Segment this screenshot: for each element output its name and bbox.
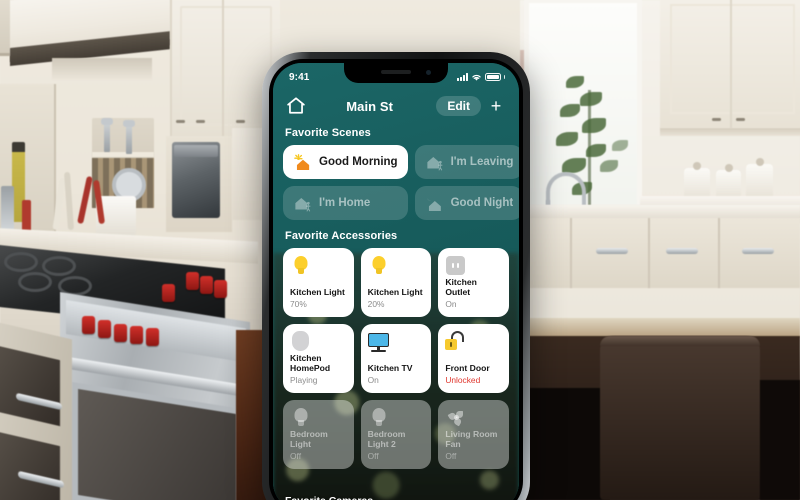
accessory-name: Bedroom Light 2: [367, 428, 406, 450]
scene-label: Good Morning: [319, 156, 398, 168]
scene-tile-im-home[interactable]: I'm Home: [283, 186, 408, 220]
phone-screen: 9:41 Main St Edit + Favorite Scenes Good…: [273, 63, 519, 500]
sun-house-icon: [293, 153, 312, 172]
battery-tip-icon: [503, 75, 505, 79]
scene-tile-good-morning[interactable]: Good Morning: [283, 145, 408, 179]
lightbulb-icon: [290, 255, 312, 277]
status-bar-time: 9:41: [289, 71, 310, 83]
navigation-bar: Main St Edit +: [273, 91, 519, 121]
house-person-icon: [293, 194, 312, 213]
wifi-icon: [471, 74, 481, 81]
accessory-tile-front-door[interactable]: Front Door Unlocked: [438, 324, 509, 393]
accessory-tile-living-room-fan[interactable]: Living Room Fan Off: [438, 400, 509, 469]
accessory-state: Off: [290, 450, 302, 461]
accessory-name: Kitchen Light: [290, 287, 345, 298]
accessory-name: Kitchen Light: [367, 287, 423, 298]
favorite-cameras-heading: Favorite Cameras: [285, 495, 373, 500]
scene-label: Good Night: [450, 197, 514, 209]
add-button[interactable]: +: [485, 95, 507, 117]
accessory-state: 70%: [290, 298, 307, 309]
accessory-tile-bedroom-light-2[interactable]: Bedroom Light 2 Off: [360, 400, 432, 469]
homepod-icon: [290, 331, 312, 353]
accessory-name: Kitchen HomePod: [290, 352, 331, 374]
favorite-scenes-grid: Good Morning I'm Leaving I'm Home Good N…: [283, 145, 519, 220]
fan-icon: [445, 407, 467, 429]
accessory-tile-bedroom-light[interactable]: Bedroom Light Off: [283, 400, 354, 469]
accessory-name: Kitchen Outlet: [445, 276, 477, 298]
accessory-state: Playing: [290, 374, 318, 385]
lightbulb-icon: [290, 407, 312, 429]
lightbulb-icon: [368, 407, 390, 429]
accessory-state: On: [367, 374, 379, 385]
status-bar-indicators: [456, 73, 505, 82]
accessory-state: Off: [367, 450, 379, 461]
accessory-tile-kitchen-light-1[interactable]: Kitchen Light 70%: [283, 248, 354, 317]
accessory-state: Off: [445, 450, 457, 461]
accessory-tile-kitchen-light-2[interactable]: Kitchen Light 20%: [360, 248, 432, 317]
accessory-tile-kitchen-tv[interactable]: Kitchen TV On: [360, 324, 432, 393]
outlet-icon: [445, 255, 467, 277]
favorite-scenes-heading: Favorite Scenes: [285, 127, 371, 139]
cellular-signal-icon: [456, 73, 468, 81]
scene-label: I'm Home: [319, 197, 371, 209]
accessory-tile-kitchen-homepod[interactable]: Kitchen HomePod Playing: [283, 324, 354, 393]
unlocked-lock-icon: [445, 331, 467, 353]
favorite-accessories-grid: Kitchen Light 70% Kitchen Light 20% Kitc…: [283, 248, 509, 469]
moon-house-icon: [425, 194, 444, 213]
battery-icon: [484, 73, 501, 81]
accessory-name: Bedroom Light: [290, 428, 328, 450]
accessory-state: Unlocked: [445, 374, 481, 385]
favorite-accessories-heading: Favorite Accessories: [285, 230, 398, 242]
accessory-name: Kitchen TV: [367, 363, 413, 374]
scene-label: I'm Leaving: [450, 156, 514, 168]
accessory-state: On: [445, 298, 457, 309]
screenshot-stage: 9:41 Main St Edit + Favorite Scenes Good…: [0, 0, 800, 500]
status-bar: 9:41: [273, 63, 519, 87]
tv-icon: [367, 331, 390, 353]
scene-tile-good-night[interactable]: Good Night: [414, 186, 519, 220]
lightbulb-icon: [368, 255, 390, 277]
accessory-state: 20%: [367, 298, 385, 309]
accessory-name: Front Door: [445, 363, 490, 374]
home-content: Favorite Scenes Good Morning I'm Leaving…: [273, 121, 519, 500]
accessory-name: Living Room Fan: [445, 428, 498, 450]
scene-tile-im-leaving[interactable]: I'm Leaving: [414, 145, 519, 179]
page-title: Main St: [346, 98, 394, 114]
edit-button[interactable]: Edit: [436, 96, 481, 116]
iphone-device: 9:41 Main St Edit + Favorite Scenes Good…: [262, 52, 530, 500]
accessory-tile-kitchen-outlet[interactable]: Kitchen Outlet On: [438, 248, 509, 317]
house-person-icon: [425, 153, 444, 172]
